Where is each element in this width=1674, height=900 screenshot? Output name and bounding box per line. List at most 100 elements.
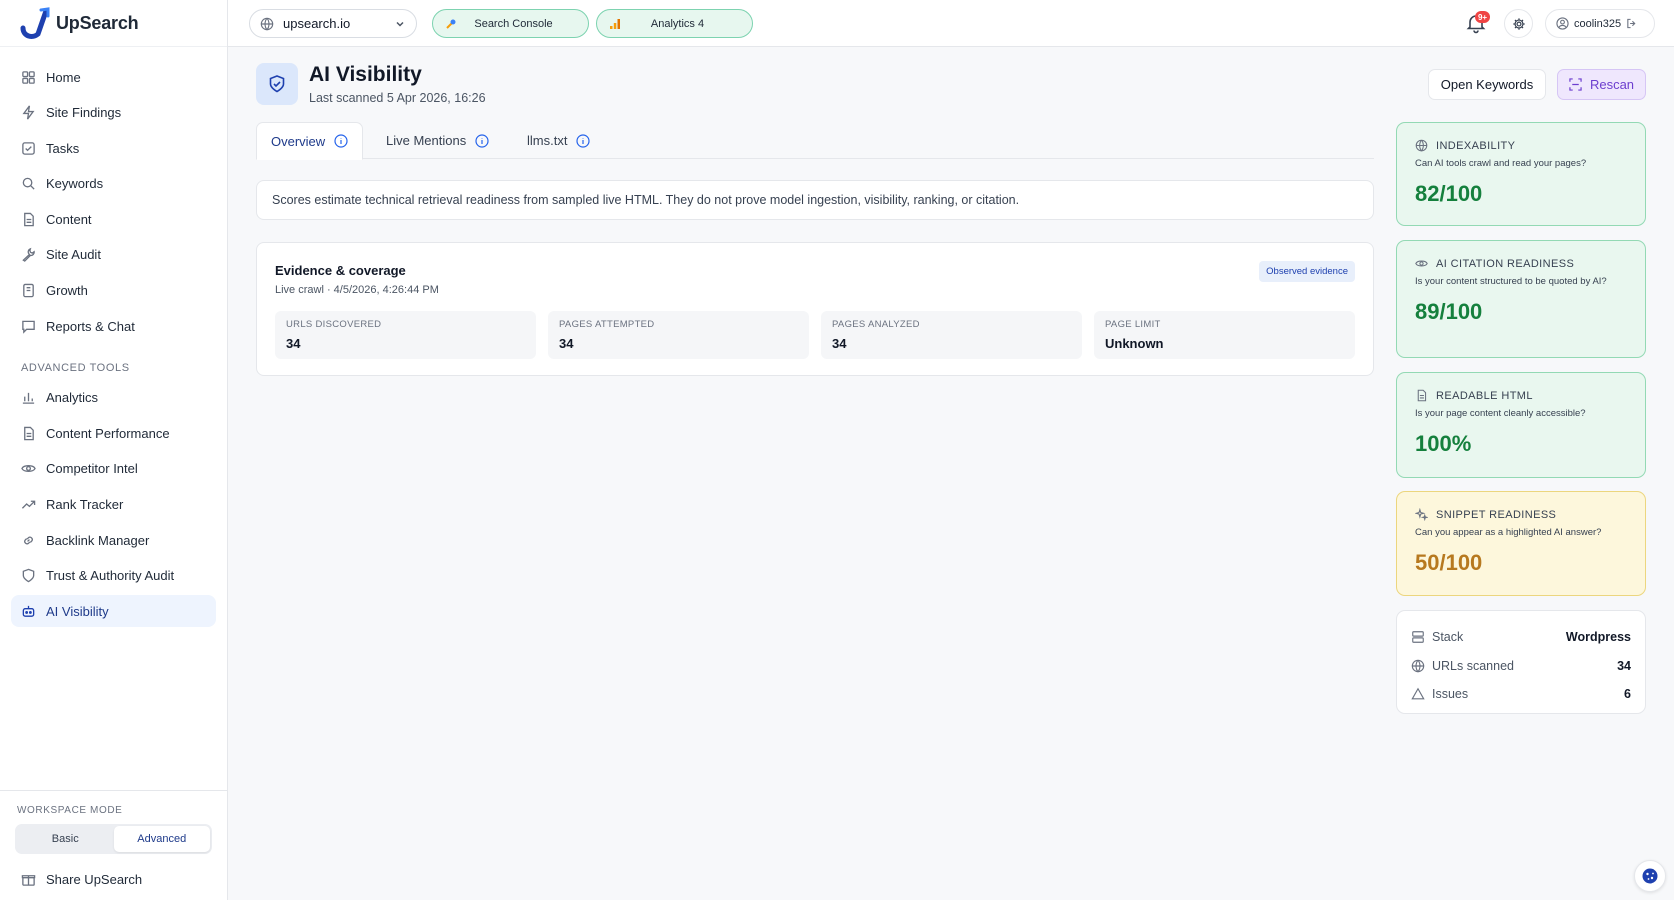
shield-check-icon [269, 75, 285, 93]
rescan-label: Rescan [1589, 77, 1635, 92]
user-menu[interactable]: coolin325 [1545, 9, 1655, 38]
notifications-badge: 9+ [1475, 11, 1490, 23]
mode-basic-button[interactable]: Basic [17, 826, 114, 852]
rescan-button[interactable]: Rescan [1557, 69, 1646, 100]
sidebar-item-label: Rank Tracker [46, 497, 124, 513]
tab-label: llms.txt [527, 133, 568, 148]
share-upsearch-label: Share UpSearch [46, 871, 143, 887]
sidebar-item-label: Reports & Chat [46, 318, 135, 334]
sidebar-item-label: Keywords [46, 176, 104, 192]
sidebar-item-ai-visibility[interactable]: AI Visibility [11, 595, 216, 628]
info-icon[interactable] [576, 133, 591, 148]
score-question: Is your content structured to be quoted … [1415, 276, 1607, 287]
metric-label: PAGE LIMIT [1105, 319, 1161, 330]
sidebar-item-content[interactable]: Content [11, 203, 216, 235]
sidebar-item-label: AI Visibility [46, 603, 109, 619]
sidebar-item-label: Content [46, 211, 92, 227]
sidebar-item-home[interactable]: Home [11, 61, 216, 93]
score-card-snippet-readiness: SNIPPET READINESS Can you appear as a hi… [1396, 491, 1646, 596]
open-keywords-button[interactable]: Open Keywords [1428, 69, 1546, 100]
sidebar-item-competitor-intel[interactable]: Competitor Intel [11, 453, 216, 485]
document-icon [1417, 389, 1427, 402]
tab-llms-txt[interactable]: llms.txt [527, 122, 591, 159]
logo[interactable]: UpSearch [0, 0, 227, 47]
score-value: 82/100 [1415, 180, 1483, 206]
search-console-label: Search Console [474, 17, 553, 30]
metric-pages-analyzed: PAGES ANALYZED 34 [821, 311, 1082, 359]
sidebar-item-reports-chat[interactable]: Reports & Chat [11, 310, 216, 342]
logout-icon[interactable] [1626, 18, 1637, 29]
workspace-mode-panel: WORKSPACE MODE Basic Advanced Share UpSe… [0, 790, 227, 900]
share-upsearch-button[interactable]: Share UpSearch [11, 862, 216, 896]
summary-value: Wordpress [1565, 630, 1631, 645]
metric-value: 34 [286, 336, 301, 351]
sidebar-item-label: Trust & Authority Audit [46, 568, 175, 584]
evidence-subtitle: Live crawl · 4/5/2026, 4:26:44 PM [275, 284, 439, 296]
sidebar-item-keywords[interactable]: Keywords [11, 168, 216, 200]
sparkle-icon [1415, 508, 1428, 521]
sidebar-item-tasks[interactable]: Tasks [11, 132, 216, 164]
summary-row-stack: Stack Wordpress [1411, 623, 1631, 652]
tab-bar: Overview Live Mentions llms.txt [256, 122, 1374, 160]
tab-overview[interactable]: Overview [256, 122, 364, 160]
advanced-tools-heading: ADVANCED TOOLS [21, 361, 130, 374]
document-icon [24, 212, 34, 227]
warning-icon [1411, 687, 1425, 700]
settings-button[interactable] [1504, 9, 1533, 38]
trend-icon [21, 500, 36, 509]
shield-icon [22, 568, 35, 583]
observed-evidence-badge: Observed evidence [1259, 261, 1355, 282]
sidebar-item-label: Backlink Manager [46, 532, 150, 548]
sidebar-item-trust-authority-audit[interactable]: Trust & Authority Audit [11, 560, 216, 592]
summary-value: 6 [1624, 687, 1631, 702]
scan-icon [1569, 78, 1582, 91]
score-value: 50/100 [1415, 549, 1483, 575]
sidebar-item-content-performance[interactable]: Content Performance [11, 417, 216, 449]
search-console-button[interactable]: Search Console [432, 9, 589, 38]
score-question: Is your page content cleanly accessible? [1415, 408, 1586, 419]
workspace-mode-title: WORKSPACE MODE [17, 805, 123, 816]
score-value: 89/100 [1415, 298, 1483, 324]
evidence-title: Evidence & coverage [275, 263, 406, 278]
cookie-preferences-button[interactable] [1634, 860, 1666, 892]
sidebar-item-label: Competitor Intel [46, 461, 138, 477]
evidence-card: Evidence & coverage Live crawl · 4/5/202… [256, 242, 1374, 376]
metric-value: 34 [559, 336, 574, 351]
globe-icon [1415, 139, 1428, 152]
summary-row-issues: Issues 6 [1411, 680, 1631, 709]
sidebar-item-label: Site Audit [46, 247, 101, 263]
sidebar-item-analytics[interactable]: Analytics [11, 382, 216, 414]
info-icon[interactable] [475, 133, 489, 148]
sidebar-item-site-audit[interactable]: Site Audit [11, 239, 216, 271]
gear-icon [1512, 17, 1525, 30]
score-question: Can you appear as a highlighted AI answe… [1415, 527, 1602, 538]
topbar: upsearch.io Search Console Analytics 4 9… [228, 0, 1674, 47]
document-icon [24, 426, 34, 441]
summary-label: URLs scanned [1432, 658, 1514, 673]
sidebar-item-site-findings[interactable]: Site Findings [11, 97, 216, 129]
mode-advanced-button[interactable]: Advanced [113, 826, 210, 852]
metric-value: Unknown [1105, 336, 1164, 351]
summary-value: 34 [1617, 658, 1631, 673]
globe-icon [260, 17, 274, 31]
sidebar-item-backlink-manager[interactable]: Backlink Manager [11, 524, 216, 556]
metric-label: PAGES ANALYZED [832, 319, 920, 330]
sidebar-item-rank-tracker[interactable]: Rank Tracker [11, 489, 216, 521]
bar-chart-icon [22, 393, 35, 405]
search-icon [22, 177, 35, 190]
info-icon[interactable] [334, 134, 348, 148]
analytics-4-button[interactable]: Analytics 4 [596, 9, 753, 38]
domain-selector[interactable]: upsearch.io [249, 9, 417, 38]
tab-live-mentions[interactable]: Live Mentions [386, 122, 489, 159]
bot-icon [22, 605, 35, 617]
score-question: Can AI tools crawl and read your pages? [1415, 158, 1587, 169]
sidebar-item-label: Home [46, 69, 81, 85]
cookie-icon [1642, 868, 1658, 884]
sidebar-item-growth[interactable]: Growth [11, 275, 216, 307]
gift-icon [21, 874, 36, 886]
lightning-icon [22, 105, 35, 120]
sidebar-item-label: Content Performance [46, 425, 170, 441]
metric-page-limit: PAGE LIMIT Unknown [1094, 311, 1355, 359]
server-icon [1412, 631, 1424, 644]
eye-icon [1415, 260, 1428, 267]
